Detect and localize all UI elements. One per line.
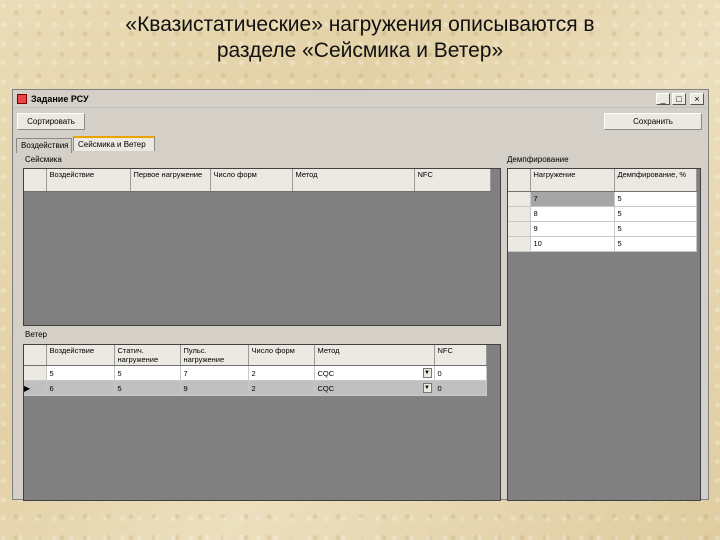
pulse-load-cell[interactable]: 9 xyxy=(180,380,249,396)
table-row[interactable]: 10 5 xyxy=(508,236,697,252)
row-header-corner xyxy=(24,169,47,192)
action-cell[interactable]: 6 xyxy=(46,380,115,396)
table-row-current[interactable]: ▶ 6 5 9 2 CQC ▼ 0 xyxy=(24,380,487,396)
column-header[interactable]: Первое нагружение xyxy=(130,169,211,192)
table-row[interactable]: 5 5 7 2 CQC ▼ 0 xyxy=(24,365,487,381)
forms-count-cell[interactable]: 2 xyxy=(248,365,315,381)
slide-title-line-1: «Квазистатические» нагружения описываютс… xyxy=(125,13,595,36)
column-header[interactable]: Статич. нагружение xyxy=(114,345,181,366)
column-header[interactable]: Нагружение xyxy=(530,169,615,192)
damping-cell[interactable]: 5 xyxy=(614,191,697,207)
column-header[interactable]: Метод xyxy=(292,169,415,192)
table-row[interactable]: 8 5 xyxy=(508,206,697,222)
wind-grid[interactable]: Воздействие Статич. нагружение Пульс. на… xyxy=(23,344,501,501)
damping-cell[interactable]: 5 xyxy=(614,206,697,222)
seismic-grid[interactable]: Воздействие Первое нагружение Число форм… xyxy=(23,168,501,326)
sort-button[interactable]: Сортировать xyxy=(17,113,85,130)
close-button[interactable]: × xyxy=(690,93,704,105)
row-header[interactable] xyxy=(508,221,531,237)
window-title: Задание РСУ xyxy=(31,94,89,104)
table-row[interactable]: 7 5 xyxy=(508,191,697,207)
static-load-cell[interactable]: 5 xyxy=(114,365,181,381)
slide-title-line-2: разделе «Сейсмика и Ветер» xyxy=(216,39,504,62)
seismic-header-row: Воздействие Первое нагружение Число форм… xyxy=(24,169,491,192)
seismic-group-label: Сейсмика xyxy=(25,155,62,164)
method-select[interactable]: CQC ▼ xyxy=(314,365,435,381)
load-cell[interactable]: 9 xyxy=(530,221,615,237)
action-cell[interactable]: 5 xyxy=(46,365,115,381)
damping-cell[interactable]: 5 xyxy=(614,221,697,237)
row-header-corner xyxy=(24,345,47,366)
row-header-corner xyxy=(508,169,531,192)
column-header[interactable]: Демпфирование, % xyxy=(614,169,697,192)
column-header[interactable]: Воздействие xyxy=(46,169,131,192)
wind-group-label: Ветер xyxy=(25,330,47,339)
dropdown-arrow-icon[interactable]: ▼ xyxy=(422,383,432,393)
nfc-cell[interactable]: 0 xyxy=(434,380,487,396)
pulse-load-cell[interactable]: 7 xyxy=(180,365,249,381)
forms-count-cell[interactable]: 2 xyxy=(248,380,315,396)
save-button[interactable]: Сохранить xyxy=(604,113,702,130)
tab-seismic-wind[interactable]: Сейсмика и Ветер xyxy=(73,136,155,151)
row-header[interactable] xyxy=(508,236,531,252)
table-row[interactable]: 9 5 xyxy=(508,221,697,237)
load-cell[interactable]: 7 xyxy=(530,191,615,207)
window-titlebar: Задание РСУ _ □ × xyxy=(13,90,708,108)
row-header[interactable] xyxy=(508,206,531,222)
damping-header-row: Нагружение Демпфирование, % xyxy=(508,169,697,192)
damping-grid[interactable]: Нагружение Демпфирование, % 7 5 8 5 9 5 … xyxy=(507,168,701,501)
column-header[interactable]: Пульс. нагружение xyxy=(180,345,249,366)
damping-cell[interactable]: 5 xyxy=(614,236,697,252)
maximize-button[interactable]: □ xyxy=(672,93,686,105)
column-header[interactable]: Воздействие xyxy=(46,345,115,366)
damping-group-label: Демпфирование xyxy=(507,155,569,164)
column-header[interactable]: Число форм xyxy=(210,169,293,192)
column-header[interactable]: Число форм xyxy=(248,345,315,366)
slide-title: «Квазистатические» нагружения описываютс… xyxy=(60,12,660,64)
column-header[interactable]: NFC xyxy=(414,169,491,192)
app-icon xyxy=(17,94,27,104)
method-value: CQC xyxy=(317,368,335,378)
wind-header-row: Воздействие Статич. нагружение Пульс. на… xyxy=(24,345,487,366)
column-header[interactable]: NFC xyxy=(434,345,487,366)
nfc-cell[interactable]: 0 xyxy=(434,365,487,381)
column-header[interactable]: Метод xyxy=(314,345,435,366)
method-value: CQC xyxy=(317,383,335,393)
current-row-pointer-icon[interactable]: ▶ xyxy=(24,380,47,396)
tab-actions[interactable]: Воздействия xyxy=(16,138,72,153)
row-header[interactable] xyxy=(24,365,47,381)
load-cell[interactable]: 10 xyxy=(530,236,615,252)
dropdown-arrow-icon[interactable]: ▼ xyxy=(422,368,432,378)
row-header[interactable] xyxy=(508,191,531,207)
app-window: Задание РСУ _ □ × Сортировать Сохранить … xyxy=(12,89,709,501)
static-load-cell[interactable]: 5 xyxy=(114,380,181,396)
method-select[interactable]: CQC ▼ xyxy=(314,380,435,396)
minimize-button[interactable]: _ xyxy=(656,93,670,105)
load-cell[interactable]: 8 xyxy=(530,206,615,222)
